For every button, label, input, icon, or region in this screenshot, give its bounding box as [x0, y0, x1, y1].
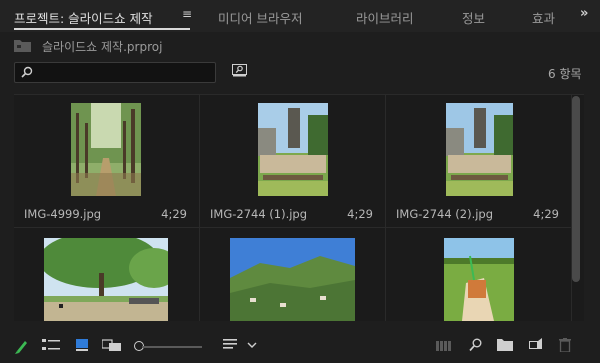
find-icon[interactable]: [469, 338, 482, 352]
clip-thumbnail: [258, 103, 328, 196]
tab-effects[interactable]: 효과: [532, 8, 555, 27]
panel-tab-bar: 프로젝트: 슬라이드쇼 제작 ≡ 미디어 브라우저 라이브러리 정보 효과 »: [0, 0, 600, 32]
overflow-tabs-icon[interactable]: »: [580, 6, 589, 21]
clip-thumbnail: [230, 238, 355, 321]
item-count: 6 항목: [548, 67, 582, 81]
clip-item[interactable]: [386, 228, 572, 321]
tab-info[interactable]: 정보: [462, 8, 485, 27]
clip-duration: 4;29: [161, 207, 187, 221]
clip-item[interactable]: [200, 228, 386, 321]
pencil-icon[interactable]: [14, 338, 28, 354]
trash-icon[interactable]: [559, 338, 571, 352]
automate-sequence-icon[interactable]: [436, 338, 452, 352]
project-filename: 슬라이드쇼 제작.prproj: [42, 40, 163, 54]
clip-duration: 4;29: [347, 207, 373, 221]
clip-thumbnail: [446, 103, 513, 196]
tab-libraries[interactable]: 라이브러리: [356, 8, 414, 27]
clip-thumbnail: [444, 238, 514, 321]
search-icon: [21, 66, 33, 78]
scrollbar-thumb[interactable]: [572, 96, 580, 282]
new-bin-icon[interactable]: [497, 338, 513, 351]
clip-item[interactable]: IMG-2744 (1).jpg 4;29: [200, 95, 386, 228]
clip-thumbnail: [71, 103, 141, 196]
new-item-icon[interactable]: [529, 338, 542, 352]
clip-item[interactable]: [14, 228, 200, 321]
panel-menu-icon[interactable]: ≡: [182, 7, 192, 21]
tab-project[interactable]: 프로젝트: 슬라이드쇼 제작: [14, 8, 153, 27]
clip-item[interactable]: IMG-2744 (2).jpg 4;29: [386, 95, 572, 228]
vertical-scrollbar[interactable]: [571, 94, 582, 284]
bottom-toolbar: [0, 330, 600, 363]
chevron-down-icon[interactable]: [247, 342, 257, 348]
list-view-icon[interactable]: [42, 338, 60, 352]
icon-view-icon[interactable]: [76, 338, 88, 352]
find-in-bin-icon[interactable]: [232, 64, 247, 77]
clip-name: IMG-2744 (2).jpg: [396, 207, 494, 221]
project-bin-grid: IMG-4999.jpg 4;29 IMG-2744 (1).jpg 4;29: [14, 94, 584, 321]
clip-name: IMG-2744 (1).jpg: [210, 207, 308, 221]
folder-icon: [14, 40, 31, 52]
clip-item[interactable]: IMG-4999.jpg 4;29: [14, 95, 200, 228]
freeform-view-icon[interactable]: [102, 338, 122, 352]
active-tab-indicator: [14, 28, 190, 30]
zoom-slider[interactable]: [142, 346, 202, 348]
clip-duration: 4;29: [533, 207, 559, 221]
clip-name: IMG-4999.jpg: [24, 207, 102, 221]
search-input[interactable]: [14, 62, 216, 83]
tab-media-browser[interactable]: 미디어 브라우저: [218, 8, 302, 27]
clip-thumbnail: [44, 238, 168, 321]
sort-icon[interactable]: [223, 338, 237, 350]
